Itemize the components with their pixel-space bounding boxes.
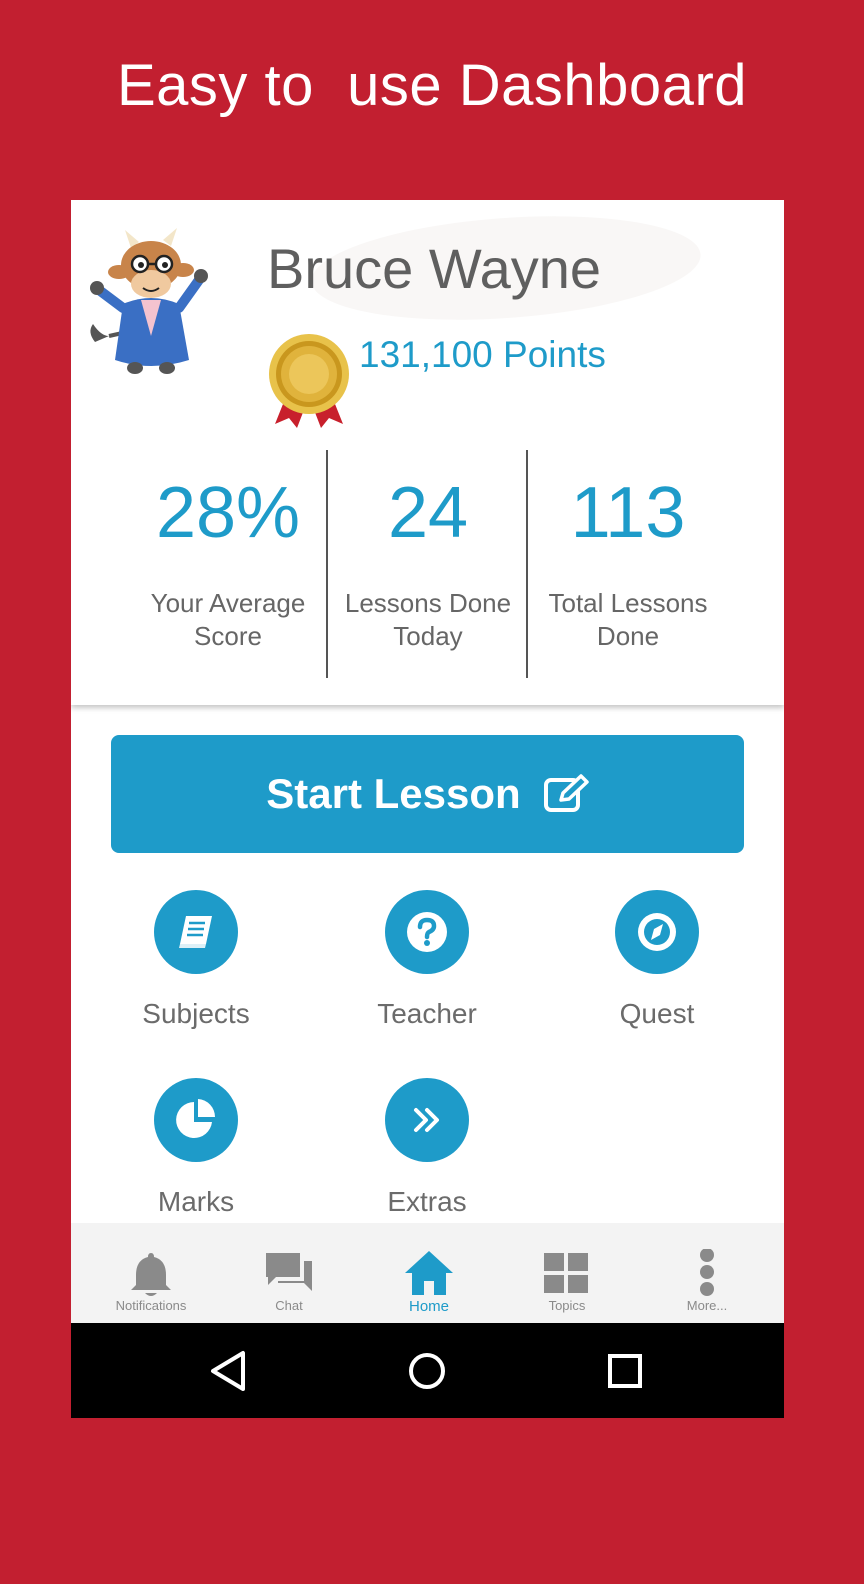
nav-more[interactable]: More... — [637, 1223, 777, 1323]
nav-label: Chat — [275, 1298, 303, 1313]
home-icon — [405, 1251, 453, 1295]
menu-label: Marks — [157, 1186, 235, 1217]
nav-notifications[interactable]: Notifications — [81, 1223, 221, 1323]
stat-label: Total Lessons Done — [548, 588, 708, 651]
points-value: 131,100 Points — [359, 334, 606, 375]
more-vertical-icon — [700, 1249, 714, 1296]
nav-label: Notifications — [115, 1298, 187, 1313]
question-icon — [407, 912, 447, 952]
avatar — [90, 228, 208, 374]
double-chevron-icon — [414, 1108, 439, 1132]
nav-label: Home — [408, 1298, 449, 1315]
user-name: Bruce Wayne — [267, 237, 602, 300]
stat-average-score: 28% Your Average Score — [128, 450, 328, 678]
promo-title: Easy to use Dashboard — [116, 53, 748, 118]
stat-label: Lessons Done Today — [344, 588, 512, 651]
stat-total-lessons: 113 Total Lessons Done — [528, 450, 728, 678]
back-icon[interactable] — [203, 1345, 255, 1397]
chat-icon — [266, 1253, 312, 1291]
menu-label: Quest — [619, 998, 695, 1029]
menu-marks[interactable]: Marks — [81, 1078, 311, 1228]
menu-icon-circle — [615, 890, 699, 974]
app-screen: Bruce Wayne 131,100 Points 28% Your Aver… — [71, 200, 784, 1418]
menu-icon-circle — [385, 1078, 469, 1162]
profile-card: Bruce Wayne 131,100 Points 28% Your Aver… — [71, 200, 784, 705]
menu-subjects[interactable]: Subjects — [81, 890, 311, 1040]
recents-square-icon[interactable] — [599, 1345, 651, 1397]
edit-icon — [543, 774, 589, 812]
home-circle-icon[interactable] — [401, 1345, 453, 1397]
nav-chat[interactable]: Chat — [219, 1223, 359, 1323]
menu-teacher[interactable]: Teacher — [312, 890, 542, 1040]
nav-home[interactable]: Home — [359, 1223, 499, 1323]
nav-topics[interactable]: Topics — [497, 1223, 637, 1323]
menu-extras[interactable]: Extras — [312, 1078, 542, 1228]
menu-icon-circle — [154, 890, 238, 974]
bell-icon — [131, 1253, 171, 1296]
medal-icon — [269, 334, 349, 428]
menu-icon-circle — [385, 890, 469, 974]
bottom-nav: Notifications Chat Home Topics More... — [71, 1223, 784, 1323]
stat-value: 28% — [155, 473, 301, 553]
menu-label: Extras — [387, 1186, 467, 1217]
menu-label: Teacher — [377, 998, 477, 1029]
start-lesson-label: Start Lesson — [266, 770, 521, 817]
stat-label: Your Average Score — [150, 588, 306, 651]
menu-icon-circle — [154, 1078, 238, 1162]
stat-lessons-today: 24 Lessons Done Today — [328, 450, 528, 678]
stat-value: 113 — [570, 473, 686, 553]
menu-label: Subjects — [142, 998, 250, 1029]
menu-quest[interactable]: Quest — [542, 890, 772, 1040]
stats-row: 28% Your Average Score 24 Lessons Done T… — [128, 450, 728, 678]
nav-label: More... — [686, 1298, 728, 1313]
start-lesson-button[interactable]: Start Lesson — [111, 735, 744, 853]
pie-chart-icon — [176, 1099, 216, 1138]
nav-label: Topics — [548, 1298, 586, 1313]
grid-icon — [544, 1253, 588, 1293]
compass-icon — [638, 913, 676, 951]
book-icon — [179, 916, 212, 948]
system-nav-bar — [71, 1323, 784, 1418]
stat-value: 24 — [387, 473, 469, 553]
